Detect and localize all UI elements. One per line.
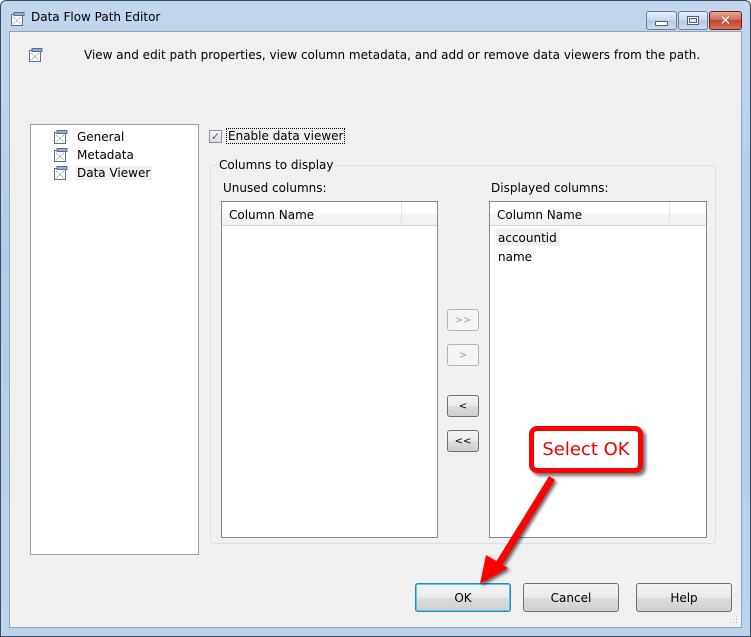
nav-item-label: General	[77, 130, 125, 144]
select-ok-callout: Select OK	[529, 426, 643, 473]
nav-tree: General Metadata Data Viewer	[30, 124, 199, 555]
remove-all-columns-button[interactable]: <<	[447, 430, 479, 452]
maximize-button[interactable]	[678, 11, 708, 30]
column-name-header[interactable]: Column Name	[229, 208, 314, 222]
window-title: Data Flow Path Editor	[31, 10, 161, 24]
dialog-window: Data Flow Path Editor ✕ View and edit pa…	[0, 0, 751, 637]
maximize-icon	[687, 16, 699, 25]
remove-column-button[interactable]: <	[447, 395, 479, 417]
unused-columns-header: Column Name	[222, 202, 437, 226]
page-icon	[54, 130, 68, 144]
column-separator[interactable]	[669, 202, 670, 225]
column-name-header[interactable]: Column Name	[497, 208, 582, 222]
title-bar[interactable]: Data Flow Path Editor ✕	[1, 1, 750, 31]
path-editor-icon	[29, 48, 43, 62]
minimize-button[interactable]	[646, 11, 677, 30]
unused-columns-label: Unused columns:	[223, 181, 327, 195]
add-column-button[interactable]: >	[447, 344, 479, 366]
checkbox-box[interactable]: ✓	[209, 129, 222, 143]
page-icon	[54, 166, 68, 180]
nav-item-general[interactable]: General	[54, 129, 126, 145]
nav-item-label: Metadata	[77, 148, 134, 162]
displayed-columns-label: Displayed columns:	[491, 181, 609, 195]
group-title: Columns to display	[217, 158, 336, 172]
nav-item-metadata[interactable]: Metadata	[54, 147, 136, 163]
nav-item-label: Data Viewer	[75, 166, 153, 180]
displayed-columns-list[interactable]: Column Name accountid name	[489, 201, 707, 538]
ok-button[interactable]: OK	[415, 583, 511, 612]
list-item[interactable]: accountid	[496, 229, 560, 246]
app-icon	[11, 12, 25, 26]
page-icon	[54, 148, 68, 162]
unused-columns-list[interactable]: Column Name	[221, 201, 438, 538]
enable-data-viewer-checkbox[interactable]: ✓ Enable data viewer	[209, 128, 346, 144]
header-description: View and edit path properties, view colu…	[84, 48, 701, 62]
help-button[interactable]: Help	[636, 583, 732, 612]
checkbox-label[interactable]: Enable data viewer	[226, 128, 346, 144]
checkmark-icon: ✓	[210, 129, 221, 143]
minimize-icon	[655, 20, 668, 26]
nav-item-data-viewer[interactable]: Data Viewer	[54, 165, 153, 181]
resize-grip-icon[interactable]	[728, 614, 738, 624]
add-all-columns-button[interactable]: >>	[447, 309, 479, 331]
dialog-client-area: View and edit path properties, view colu…	[9, 31, 742, 628]
close-icon: ✕	[719, 12, 732, 29]
list-item[interactable]: name	[497, 248, 533, 265]
cancel-button[interactable]: Cancel	[523, 583, 619, 612]
close-button[interactable]: ✕	[709, 11, 742, 30]
displayed-columns-header: Column Name	[490, 202, 706, 226]
column-separator[interactable]	[401, 202, 402, 225]
